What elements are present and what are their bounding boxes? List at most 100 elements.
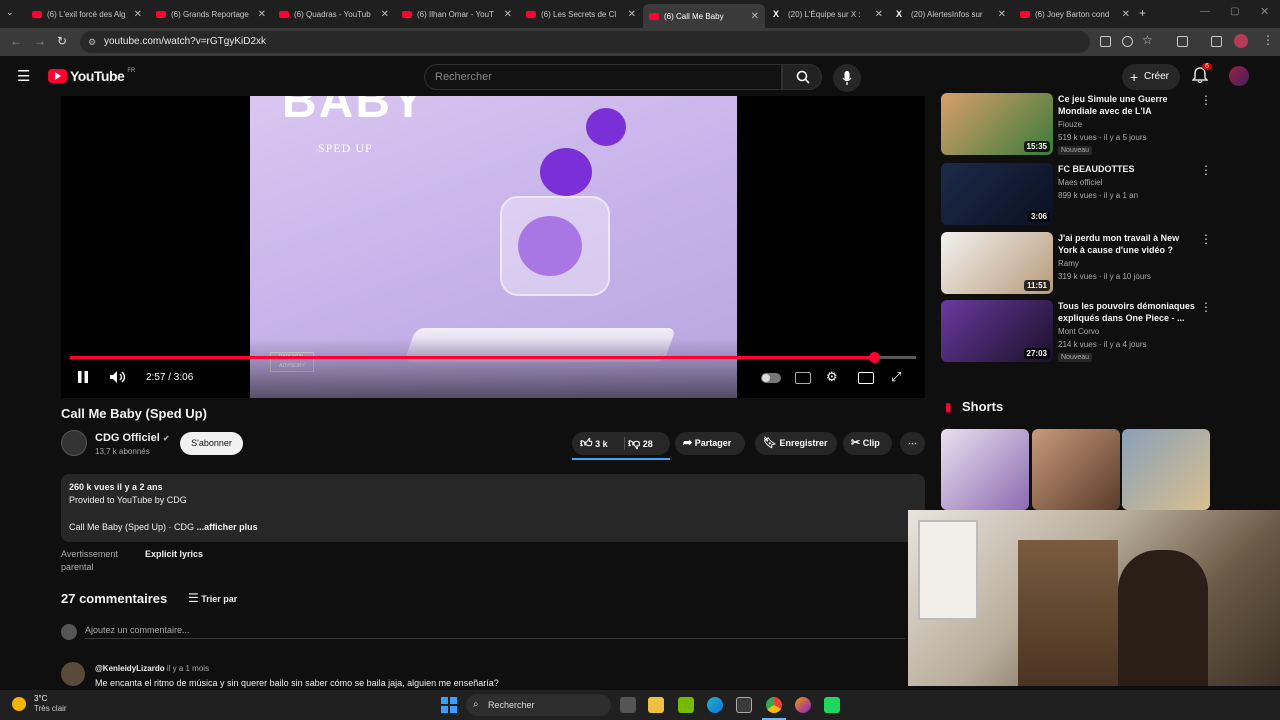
sort-button[interactable]: ☰ Trier par <box>188 591 237 605</box>
reload-icon[interactable]: ↻ <box>57 34 67 48</box>
short-card[interactable] <box>1122 429 1210 510</box>
channel-name[interactable]: CDG Officiel ✔ <box>95 432 170 444</box>
edge-icon[interactable] <box>707 697 723 713</box>
nvidia-icon[interactable] <box>678 697 694 713</box>
account-avatar[interactable] <box>1229 66 1249 86</box>
close-tab-icon[interactable]: ✕ <box>628 9 636 20</box>
close-tab-icon[interactable]: ✕ <box>875 9 883 20</box>
search-input[interactable]: Rechercher <box>424 64 782 90</box>
theater-mode-icon[interactable] <box>858 372 874 384</box>
short-card[interactable] <box>1032 429 1120 510</box>
related-video-channel[interactable]: Ramy <box>1058 259 1079 268</box>
comment-author[interactable]: @KenleidyLizardo <box>95 664 165 673</box>
weather-widget[interactable]: 3°C Très clair <box>34 694 67 714</box>
related-video-channel[interactable]: Fiouze <box>1058 120 1082 129</box>
notifications-button[interactable]: 6 <box>1191 63 1212 85</box>
tab-search-icon[interactable]: ⌄ <box>6 7 14 18</box>
bookmark-star-icon[interactable]: ☆ <box>1142 33 1153 47</box>
cast-icon[interactable] <box>1100 36 1111 47</box>
browser-tab[interactable]: X (20) AlertesInfos sur ✕ <box>890 4 1012 24</box>
save-button[interactable]: 🔖︎ Enregistrer <box>755 432 837 455</box>
more-vertical-icon[interactable]: ⋮ <box>1200 93 1212 107</box>
close-tab-icon[interactable]: ✕ <box>381 9 389 20</box>
extensions-icon[interactable] <box>1177 36 1188 47</box>
browser-tab[interactable]: (6) Grands Reportage ✕ <box>150 4 272 24</box>
weather-icon[interactable] <box>12 697 26 711</box>
add-comment-input[interactable]: Ajoutez un commentaire... <box>85 625 905 639</box>
progress-bar[interactable] <box>70 352 916 363</box>
site-info-icon[interactable]: ⚙ <box>88 31 96 53</box>
youtube-logo[interactable]: YouTube FR <box>48 68 135 84</box>
file-explorer-icon[interactable] <box>648 697 664 713</box>
volume-button[interactable] <box>109 370 127 389</box>
subscribe-button[interactable]: S'abonner <box>180 432 243 455</box>
video-player[interactable]: BABY SPED UP PARENTALADVISORY 2:57 / 3:0… <box>61 96 925 398</box>
browser-menu-icon[interactable]: ⋮ <box>1262 33 1274 47</box>
related-video-title[interactable]: Ce jeu Simule une Guerre Mondiale avec d… <box>1058 93 1198 117</box>
back-icon[interactable]: ← <box>10 34 22 48</box>
create-button[interactable]: + Créer <box>1122 64 1180 90</box>
app-icon[interactable] <box>824 697 840 713</box>
chrome-icon[interactable] <box>766 697 782 713</box>
minimize-button[interactable]: — <box>1200 6 1210 17</box>
clip-button[interactable]: ✂ Clip <box>843 432 892 455</box>
share-button[interactable]: ➦ Partager <box>675 432 745 455</box>
search-button[interactable] <box>782 64 822 90</box>
browser-tab[interactable]: (6) Quadras - YouTub ✕ <box>273 4 395 24</box>
settings-gear-icon[interactable]: ⚙ <box>826 369 838 385</box>
comment-author-avatar[interactable] <box>61 662 85 686</box>
close-tab-icon[interactable]: ✕ <box>134 9 142 20</box>
url-text: youtube.com/watch?v=rGTgyKiD2xk <box>104 36 267 47</box>
browser-tab[interactable]: (6) Joey Barton cond ✕ <box>1014 4 1136 24</box>
subtitles-icon[interactable] <box>795 372 811 384</box>
related-video-title[interactable]: Tous les pouvoirs démoniaques expliqués … <box>1058 300 1198 324</box>
url-field[interactable]: ⚙ youtube.com/watch?v=rGTgyKiD2xk <box>80 31 1090 53</box>
close-window-button[interactable]: ✕ <box>1260 5 1269 18</box>
windows-start-icon[interactable] <box>441 697 457 713</box>
browser-tab[interactable]: (6) Ilhan Omar - YouT ✕ <box>396 4 518 24</box>
taskbar-search[interactable]: ⌕ Rechercher <box>466 694 611 716</box>
close-tab-icon[interactable]: ✕ <box>258 9 266 20</box>
more-vertical-icon[interactable]: ⋮ <box>1200 232 1212 246</box>
pause-button[interactable] <box>77 370 89 389</box>
close-tab-icon[interactable]: ✕ <box>1122 9 1130 20</box>
browser-tab[interactable]: (6) Call Me Baby ✕ <box>643 4 765 28</box>
browser-tab[interactable]: (6) L'exil forcé des Alg ✕ <box>26 4 148 24</box>
related-video-thumbnail[interactable]: 3:06 <box>941 163 1053 225</box>
close-tab-icon[interactable]: ✕ <box>504 9 512 20</box>
related-video-thumbnail[interactable]: 27:03 <box>941 300 1053 362</box>
short-card[interactable] <box>941 429 1029 510</box>
progress-scrubber[interactable] <box>868 352 880 363</box>
description-box[interactable]: 260 k vues il y a 2 ans Provided to YouT… <box>61 474 925 542</box>
more-vertical-icon[interactable]: ⋮ <box>1200 300 1212 314</box>
autoplay-toggle[interactable] <box>761 373 781 383</box>
related-video-title[interactable]: J'ai perdu mon travail à New York à caus… <box>1058 232 1198 256</box>
like-button[interactable]: 👍︎ 3 k <box>572 432 624 455</box>
install-icon[interactable] <box>1122 36 1133 47</box>
browser-tab[interactable]: (6) Les Secrets de Cl ✕ <box>520 4 642 24</box>
related-video-thumbnail[interactable]: 15:35 <box>941 93 1053 155</box>
browser-tab[interactable]: X (20) L'Équipe sur X : ✕ <box>767 4 889 24</box>
firefox-icon[interactable] <box>795 697 811 713</box>
related-video-title[interactable]: FC BEAUDOTTES <box>1058 163 1198 175</box>
profile-avatar[interactable] <box>1234 34 1248 48</box>
new-tab-button[interactable]: + <box>1139 6 1146 20</box>
reading-list-icon[interactable] <box>1211 36 1222 47</box>
related-video-channel[interactable]: Maes officiel <box>1058 178 1102 187</box>
fullscreen-icon[interactable]: ⤢ <box>891 369 901 385</box>
channel-avatar[interactable] <box>61 430 87 456</box>
store-icon[interactable] <box>736 697 752 713</box>
voice-search-button[interactable] <box>833 64 861 92</box>
related-video-thumbnail[interactable]: 11:51 <box>941 232 1053 294</box>
forward-icon[interactable]: → <box>34 34 46 48</box>
more-vertical-icon[interactable]: ⋮ <box>1200 163 1212 177</box>
dislike-button[interactable]: 👎︎ 28 <box>628 432 670 455</box>
close-tab-icon[interactable]: ✕ <box>998 9 1006 20</box>
task-view-icon[interactable] <box>620 697 636 713</box>
hamburger-menu-icon[interactable]: ☰ <box>17 67 30 85</box>
show-more-link[interactable]: ...afficher plus <box>197 522 258 532</box>
more-actions-button[interactable]: ⋯ <box>900 432 925 455</box>
close-tab-icon[interactable]: ✕ <box>751 11 759 22</box>
related-video-channel[interactable]: Mont Corvo <box>1058 327 1099 336</box>
maximize-button[interactable]: ▢ <box>1230 6 1239 17</box>
